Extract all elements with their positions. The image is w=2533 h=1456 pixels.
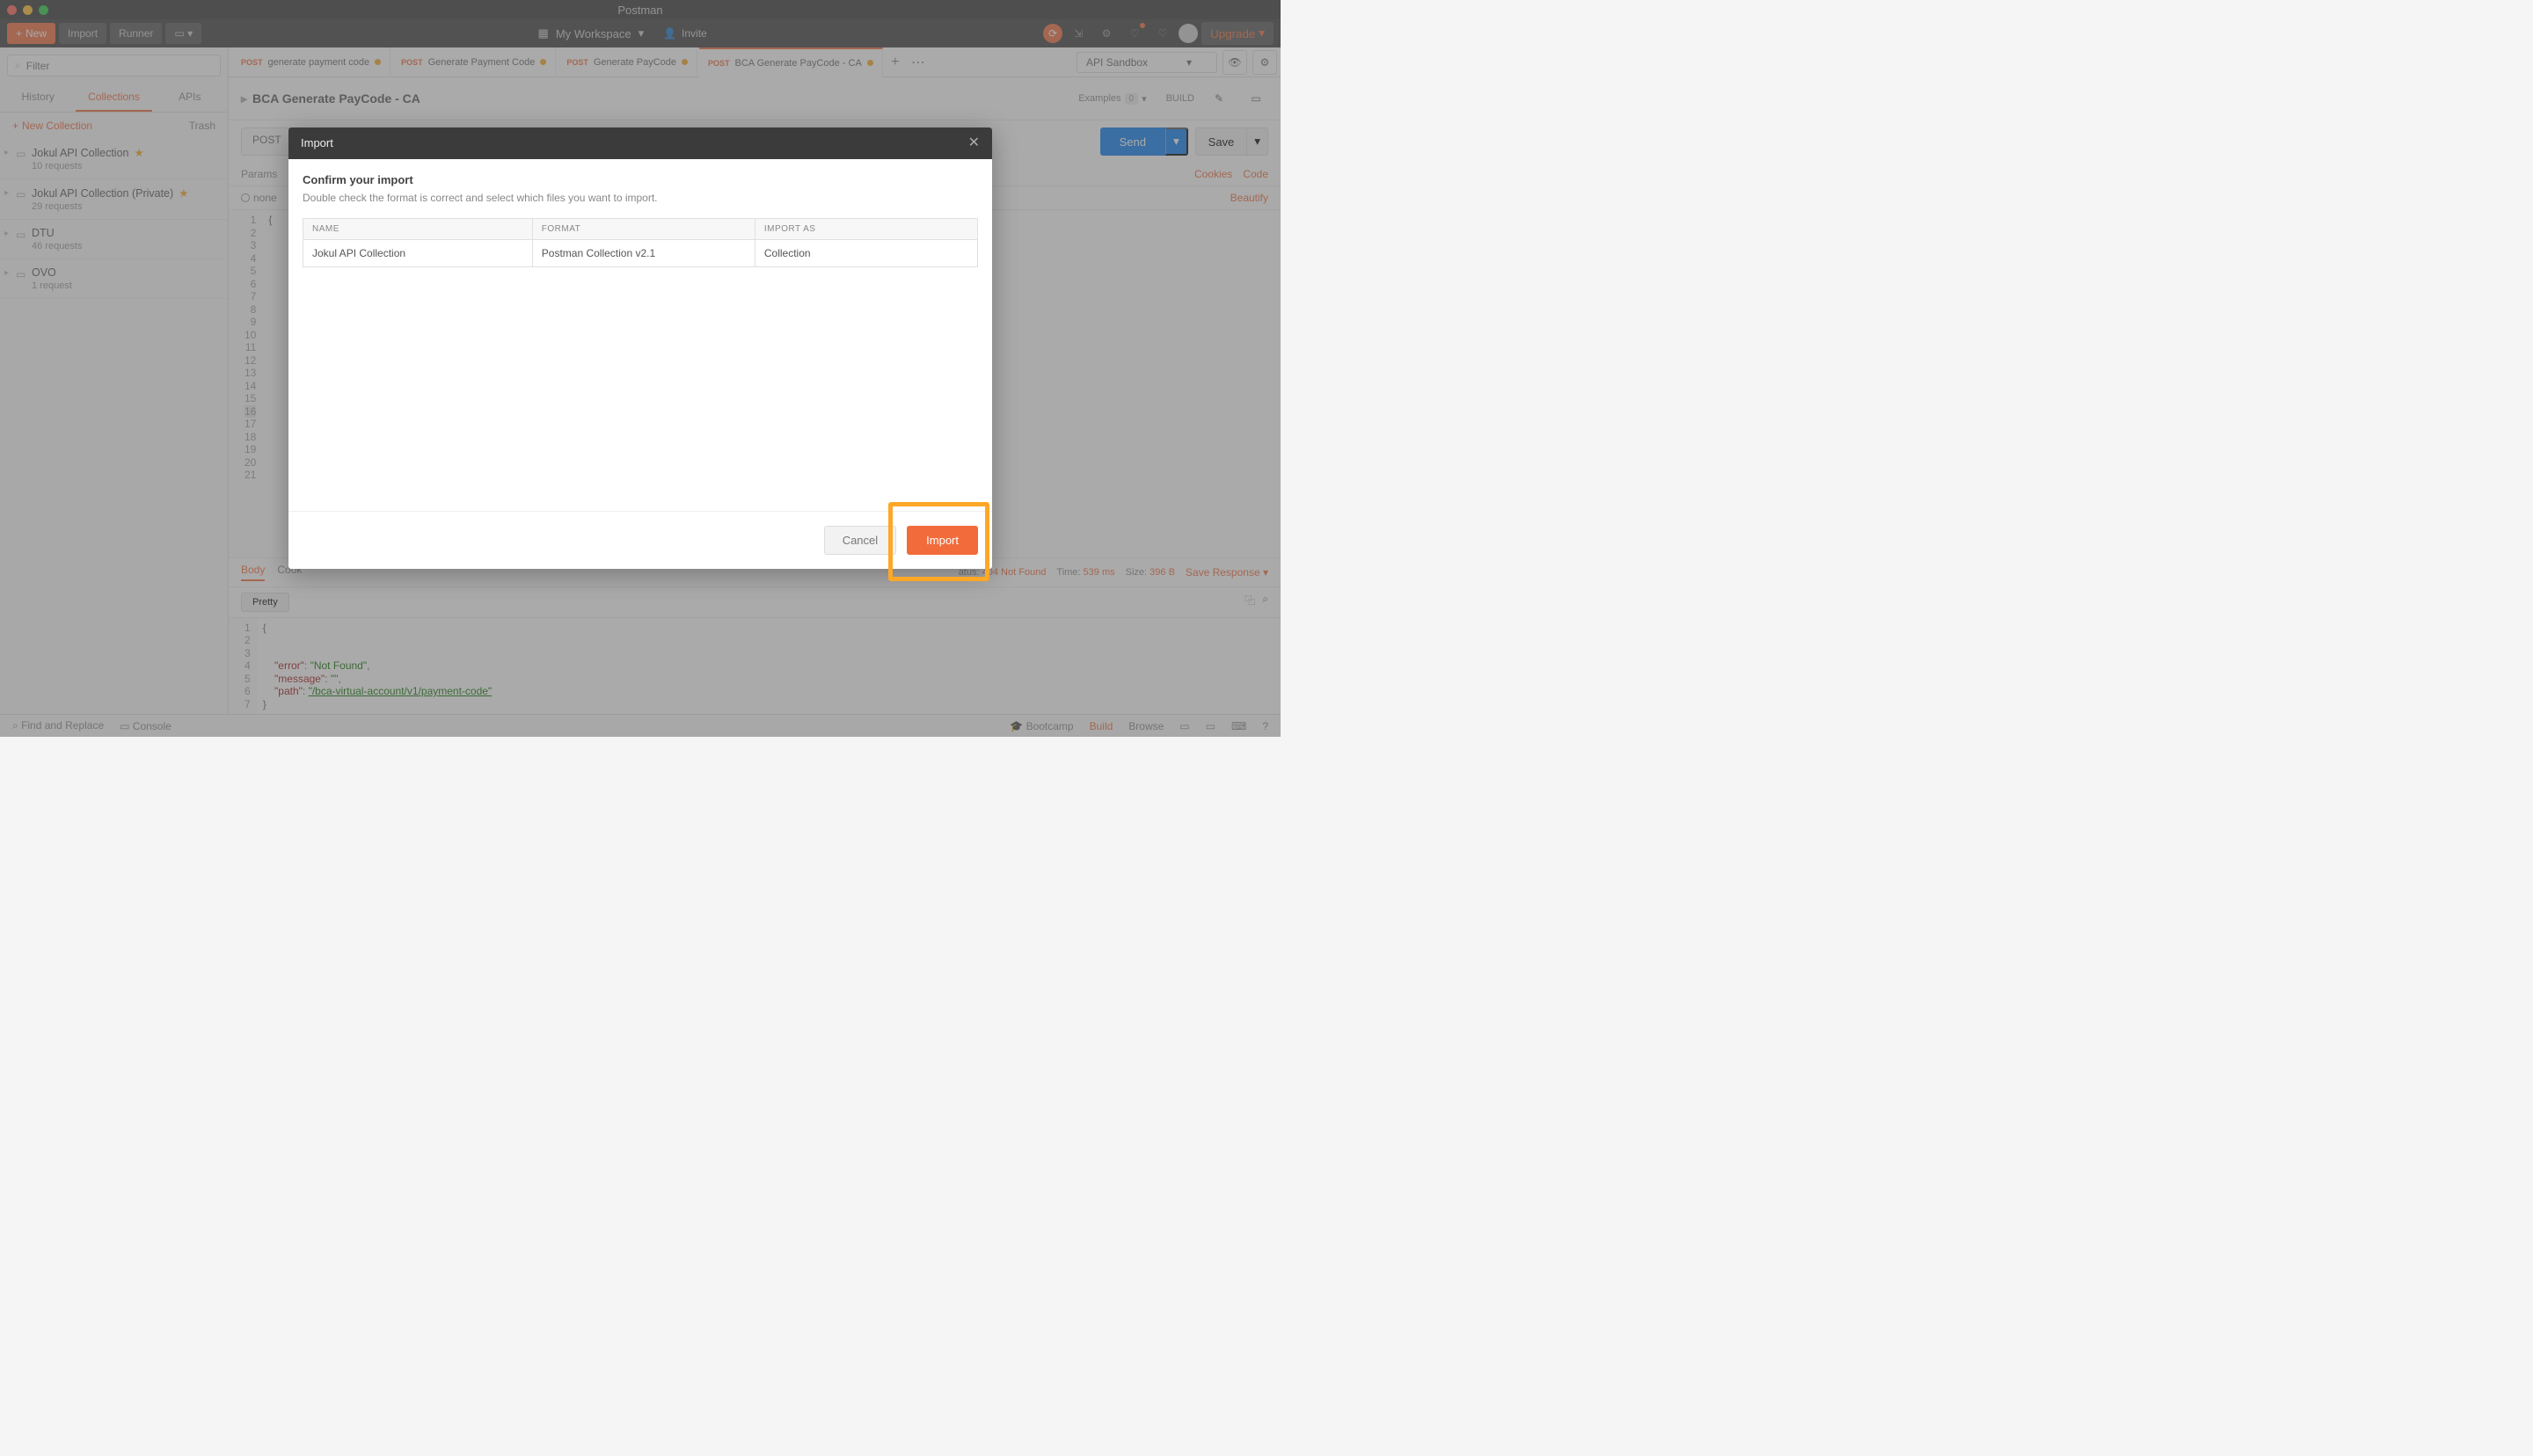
table-row[interactable]: Jokul API Collection Postman Collection …	[303, 240, 978, 267]
th-format: FORMAT	[532, 219, 755, 240]
import-confirm-button[interactable]: Import	[907, 526, 978, 555]
modal-title: Import	[301, 136, 333, 150]
th-import-as: IMPORT AS	[755, 219, 977, 240]
confirm-heading: Confirm your import	[303, 173, 978, 186]
import-table: NAME FORMAT IMPORT AS Jokul API Collecti…	[303, 218, 978, 267]
import-modal: Import ✕ Confirm your import Double chec…	[288, 127, 992, 569]
th-name: NAME	[303, 219, 533, 240]
confirm-subtext: Double check the format is correct and s…	[303, 192, 978, 204]
close-icon[interactable]: ✕	[968, 136, 980, 150]
cancel-button[interactable]: Cancel	[824, 526, 896, 555]
